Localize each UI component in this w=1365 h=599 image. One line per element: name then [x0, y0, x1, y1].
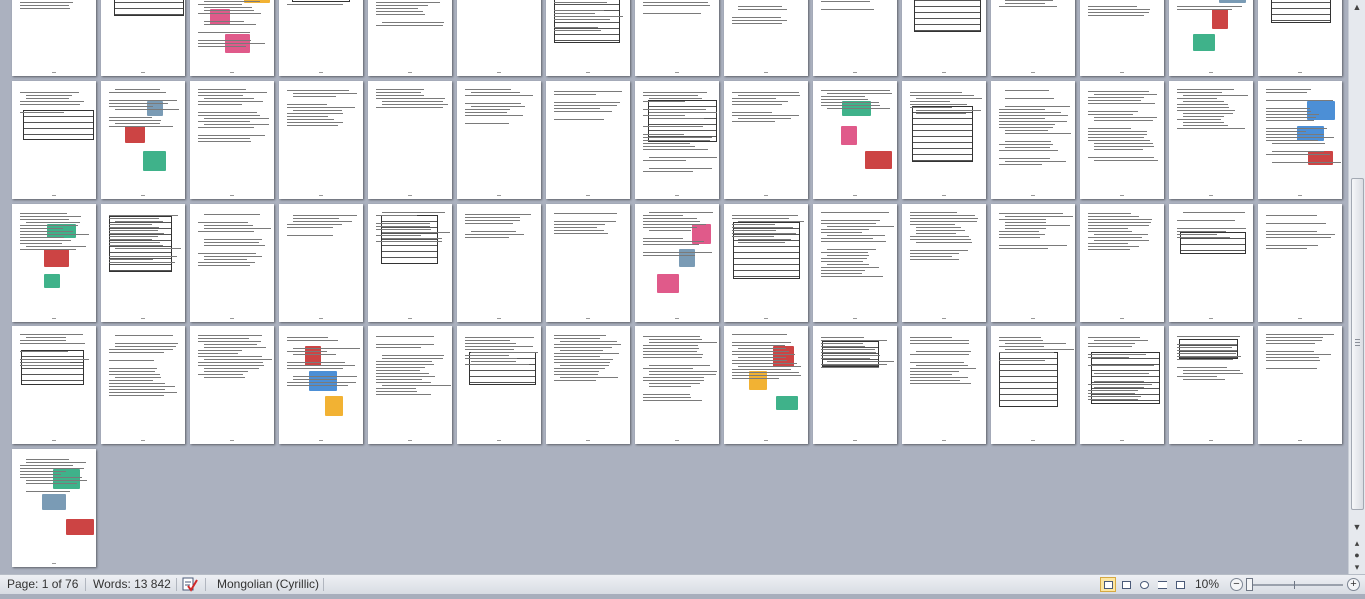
page-thumbnail[interactable] [12, 449, 96, 567]
vertical-scrollbar[interactable]: ▲ ▼ ▴ ● ▾ [1348, 0, 1365, 574]
page-thumbnail[interactable] [1258, 326, 1342, 444]
print-layout-view-icon[interactable] [1100, 577, 1116, 592]
page-thumbnail[interactable] [279, 81, 363, 199]
page-thumbnail[interactable] [101, 326, 185, 444]
page-thumbnail[interactable] [991, 204, 1075, 322]
page-thumbnail[interactable] [635, 81, 719, 199]
zoom-level[interactable]: 10% [1195, 575, 1219, 594]
scrollbar-thumb[interactable] [1351, 178, 1364, 510]
page-thumbnail[interactable] [279, 326, 363, 444]
page-thumbnail[interactable] [902, 204, 986, 322]
page-thumbnail[interactable] [991, 81, 1075, 199]
page-thumbnail[interactable] [1258, 81, 1342, 199]
page-thumbnail[interactable] [1080, 0, 1164, 76]
page-thumbnail[interactable] [991, 326, 1075, 444]
page-thumbnail[interactable] [546, 326, 630, 444]
page-thumbnail[interactable] [190, 0, 274, 76]
page-thumbnail[interactable] [1169, 204, 1253, 322]
web-layout-view-icon[interactable] [1136, 577, 1152, 592]
page-thumbnail[interactable] [368, 326, 452, 444]
page-thumbnail[interactable] [101, 0, 185, 76]
page-thumbnail[interactable] [12, 0, 96, 76]
page-thumbnail[interactable] [457, 0, 541, 76]
page-thumbnail[interactable] [368, 204, 452, 322]
word-count[interactable]: Words: 13 842 [86, 575, 178, 594]
page-thumbnail[interactable] [813, 326, 897, 444]
page-thumbnail[interactable] [724, 0, 808, 76]
page-thumbnail[interactable] [724, 81, 808, 199]
zoom-in-button[interactable]: + [1347, 578, 1360, 591]
page-thumbnail[interactable] [12, 326, 96, 444]
page-thumbnail[interactable] [902, 326, 986, 444]
page-thumbnail[interactable] [546, 0, 630, 76]
outline-view-icon[interactable] [1154, 577, 1170, 592]
next-page-icon[interactable]: ▾ [1349, 560, 1365, 574]
page-thumbnail[interactable] [813, 0, 897, 76]
page-thumbnail[interactable] [813, 204, 897, 322]
page-thumbnail[interactable] [635, 326, 719, 444]
page-thumbnail[interactable] [1169, 0, 1253, 76]
page-thumbnail[interactable] [1080, 81, 1164, 199]
document-canvas[interactable] [0, 0, 1348, 574]
page-thumbnail[interactable] [902, 81, 986, 199]
page-thumbnail[interactable] [991, 0, 1075, 76]
full-screen-reading-view-icon[interactable] [1118, 577, 1134, 592]
scroll-down-icon[interactable]: ▼ [1349, 520, 1365, 534]
zoom-slider-thumb[interactable] [1246, 578, 1253, 591]
page-thumbnail[interactable] [190, 204, 274, 322]
scroll-up-icon[interactable]: ▲ [1349, 0, 1365, 14]
page-thumbnail[interactable] [457, 81, 541, 199]
page-thumbnail[interactable] [1169, 81, 1253, 199]
page-count[interactable]: Page: 1 of 76 [0, 575, 85, 594]
status-bar: Page: 1 of 76 Words: 13 842 Mongolian (C… [0, 574, 1365, 594]
page-thumbnail[interactable] [1080, 204, 1164, 322]
page-thumbnail[interactable] [546, 204, 630, 322]
page-thumbnail[interactable] [635, 204, 719, 322]
page-thumbnail[interactable] [546, 81, 630, 199]
page-thumbnail[interactable] [902, 0, 986, 76]
page-thumbnail[interactable] [724, 326, 808, 444]
page-thumbnail[interactable] [368, 0, 452, 76]
page-thumbnail[interactable] [279, 204, 363, 322]
page-thumbnail[interactable] [724, 204, 808, 322]
page-thumbnail[interactable] [813, 81, 897, 199]
page-thumbnail[interactable] [457, 204, 541, 322]
page-thumbnail[interactable] [1169, 326, 1253, 444]
zoom-out-button[interactable]: − [1230, 578, 1243, 591]
page-thumbnail[interactable] [1080, 326, 1164, 444]
page-thumbnail[interactable] [1258, 204, 1342, 322]
page-thumbnail[interactable] [190, 81, 274, 199]
language-indicator[interactable]: Mongolian (Cyrillic) [210, 575, 326, 594]
page-thumbnail[interactable] [101, 81, 185, 199]
page-thumbnail[interactable] [635, 0, 719, 76]
page-thumbnail[interactable] [1258, 0, 1342, 76]
page-thumbnail[interactable] [190, 326, 274, 444]
page-thumbnail[interactable] [457, 326, 541, 444]
page-thumbnail[interactable] [12, 81, 96, 199]
spell-check-icon[interactable] [180, 575, 200, 594]
page-thumbnail[interactable] [368, 81, 452, 199]
page-thumbnail[interactable] [101, 204, 185, 322]
draft-view-icon[interactable] [1172, 577, 1188, 592]
page-thumbnail[interactable] [279, 0, 363, 76]
page-thumbnail[interactable] [12, 204, 96, 322]
